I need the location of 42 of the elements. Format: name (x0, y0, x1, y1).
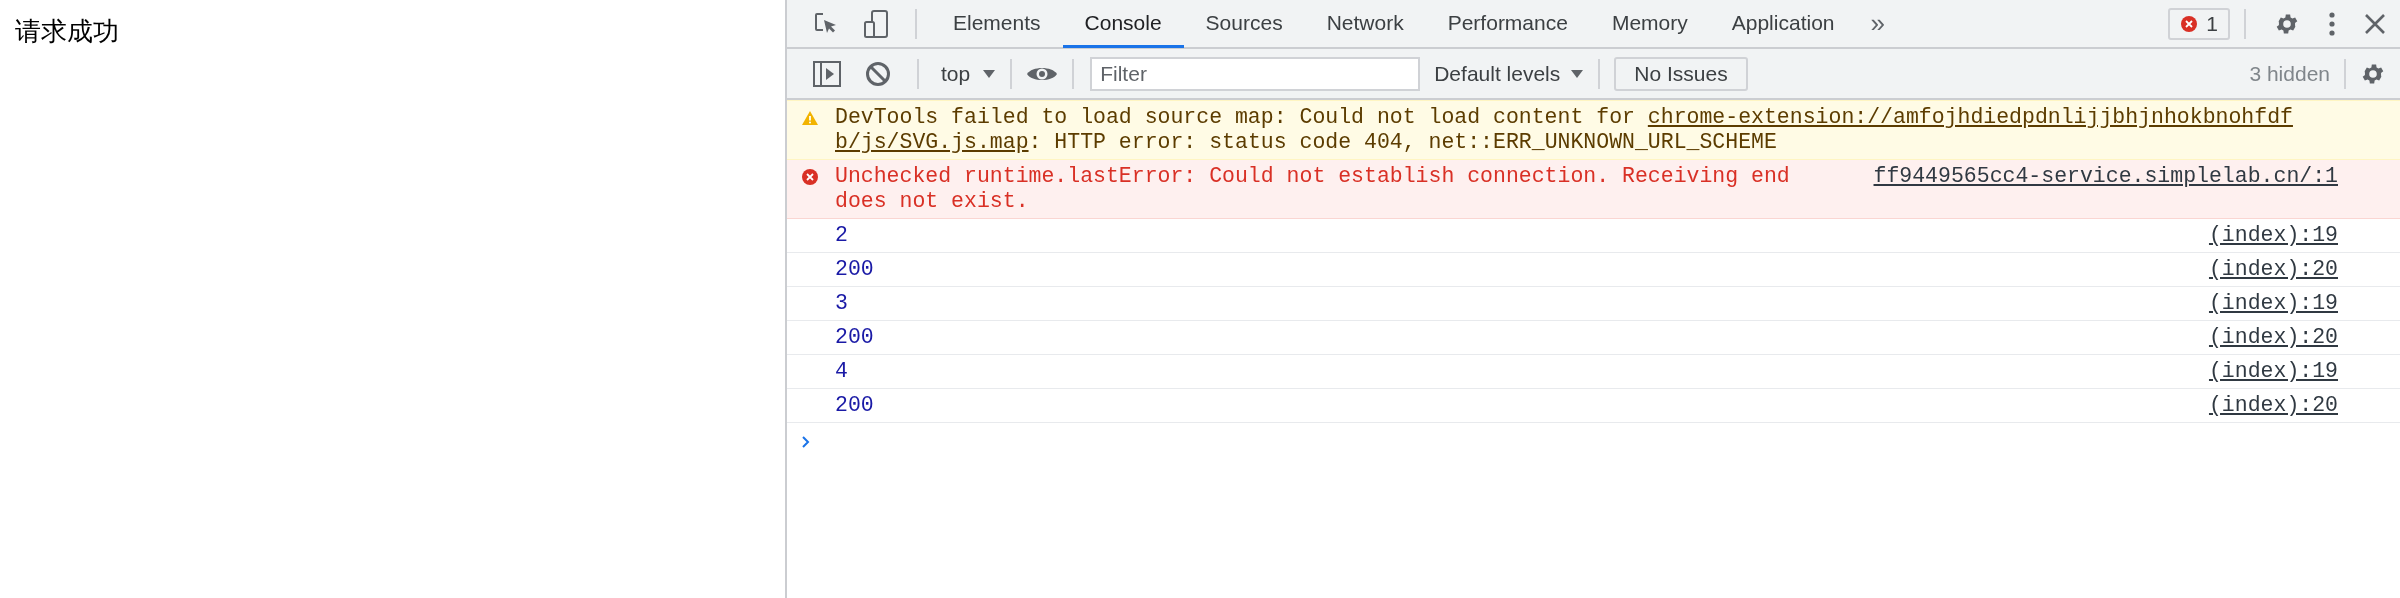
page-text: 请求成功 (15, 16, 119, 46)
log-value: 4 (835, 359, 848, 384)
panel-tab[interactable]: Elements (931, 1, 1063, 48)
issues-button[interactable]: No Issues (1614, 56, 1748, 91)
source-map-link[interactable]: b/js/SVG.js.map (835, 130, 1029, 154)
source-map-link[interactable]: chrome-extension://amfojhdiedpdnlijjbhjnhokbnohfdf (1647, 105, 2293, 129)
error-message: Unchecked runtime.lastError: Could not establish connection. Receiving end does not exist. (835, 164, 1791, 214)
hidden-count: 3 hidden (2248, 61, 2330, 86)
error-icon (801, 167, 819, 186)
panel-tab[interactable]: Application (1709, 1, 1857, 48)
log-value: 200 (835, 325, 874, 350)
source-link[interactable]: ff9449565cc4-service.simplelab.cn/:1 (1873, 164, 2338, 189)
panel-tab[interactable]: Performance (1425, 1, 1590, 48)
source-link[interactable]: (index):19 (2208, 223, 2338, 248)
source-link[interactable]: (index):19 (2208, 359, 2338, 384)
caret-icon (1570, 68, 1585, 79)
prompt-icon (801, 435, 811, 449)
panel-tab[interactable]: Memory (1589, 1, 1710, 48)
log-levels-dropdown[interactable]: Default levels (1434, 61, 1585, 86)
source-link[interactable]: (index):20 (2208, 257, 2338, 282)
device-icon[interactable] (863, 8, 889, 39)
error-icon (2180, 14, 2199, 33)
panel-tab[interactable]: Network (1304, 1, 1426, 48)
source-link[interactable]: (index):20 (2208, 325, 2338, 350)
more-tabs-button[interactable]: » (1870, 8, 1885, 39)
clear-console-icon[interactable] (865, 60, 891, 87)
context-selector[interactable]: top (941, 61, 997, 86)
log-value: 200 (835, 393, 874, 418)
source-link[interactable]: (index):19 (2208, 291, 2338, 316)
more-options-icon[interactable] (2328, 10, 2336, 37)
panel-tab[interactable]: Sources (1183, 1, 1305, 48)
close-icon[interactable] (2364, 12, 2386, 35)
source-link[interactable]: (index):20 (2208, 393, 2338, 418)
sidebar-icon[interactable] (813, 60, 841, 87)
log-value: 2 (835, 223, 848, 248)
warning-message: DevTools failed to load source map: Could not load content for chrome-extension://amfojhdiedpdnlijjbhjnhokbnohfdf b/js/SVG.js.map: HTTP error: status code 404, net::ERR_UNKNOWN_URL_SCHEME (835, 105, 2293, 155)
warning-icon (801, 109, 819, 126)
filter-field[interactable]: Filter (1090, 56, 1421, 91)
caret-icon (982, 68, 997, 79)
log-value: 3 (835, 291, 848, 316)
error-count-badge[interactable]: 1 (2168, 7, 2230, 40)
log-value: 200 (835, 257, 874, 282)
